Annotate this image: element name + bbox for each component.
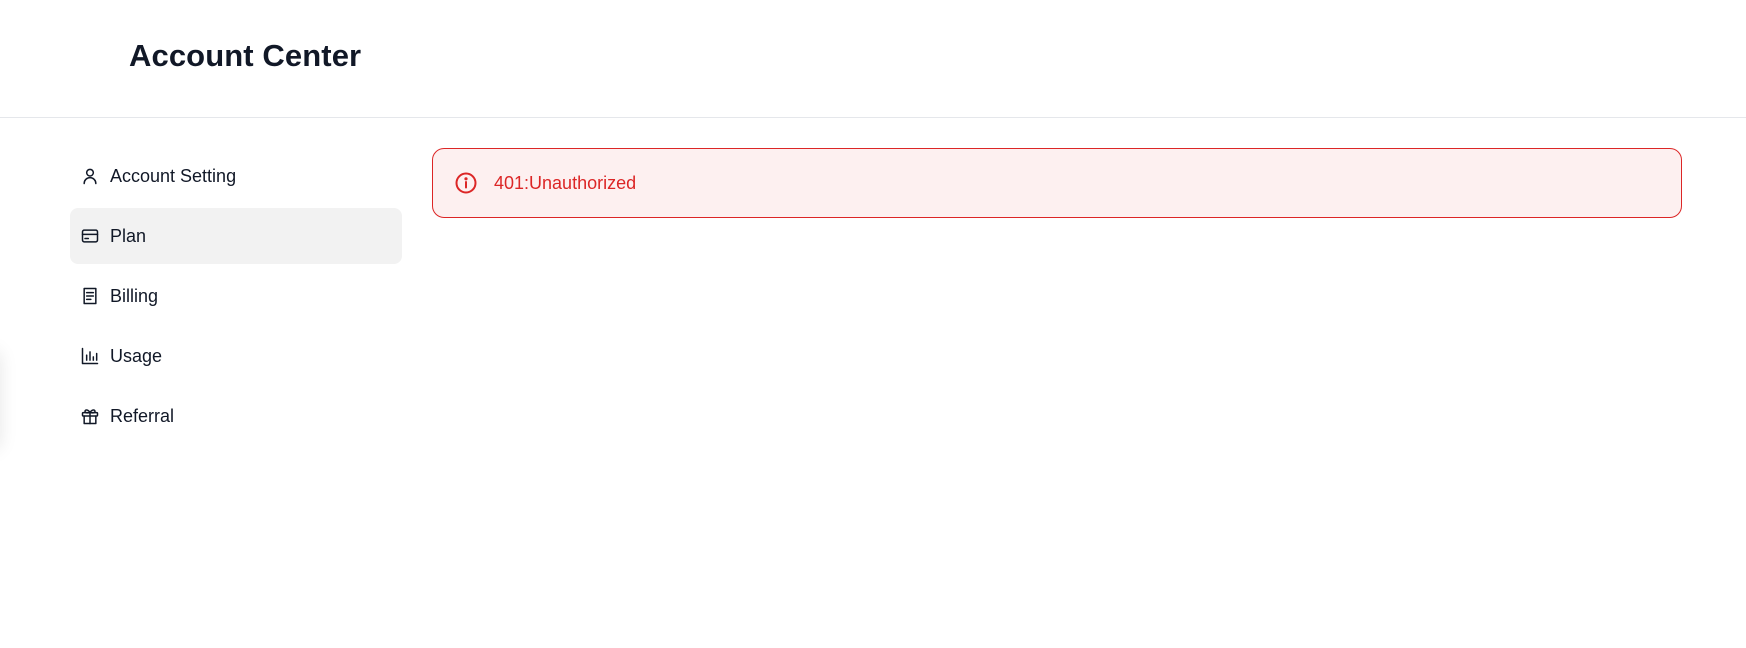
sidebar-item-label: Billing — [110, 285, 159, 306]
page-title: Account Center — [129, 38, 362, 73]
header: Account Center — [0, 0, 1746, 118]
sidebar-item-account-setting[interactable]: Account Setting — [70, 148, 402, 204]
credit-card-icon — [80, 226, 100, 246]
gift-icon — [80, 406, 100, 426]
info-circle-icon — [454, 171, 478, 195]
alert-message: 401:Unauthorized — [494, 172, 637, 193]
receipt-icon — [80, 286, 100, 306]
sidebar-item-referral[interactable]: Referral — [70, 388, 402, 444]
error-alert: 401:Unauthorized — [432, 148, 1682, 218]
sidebar-item-label: Account Setting — [110, 165, 237, 186]
sidebar-item-usage[interactable]: Usage — [70, 328, 402, 384]
sidebar-item-billing[interactable]: Billing — [70, 268, 402, 324]
sidebar-item-plan[interactable]: Plan — [70, 208, 402, 264]
sidebar-nav: Account Setting Plan Billing Usage Refer… — [70, 148, 402, 448]
user-icon — [80, 166, 100, 186]
sidebar-item-label: Referral — [110, 405, 175, 426]
bar-chart-icon — [80, 346, 100, 366]
sidebar-item-label: Usage — [110, 345, 163, 366]
sidebar-item-label: Plan — [110, 225, 147, 246]
